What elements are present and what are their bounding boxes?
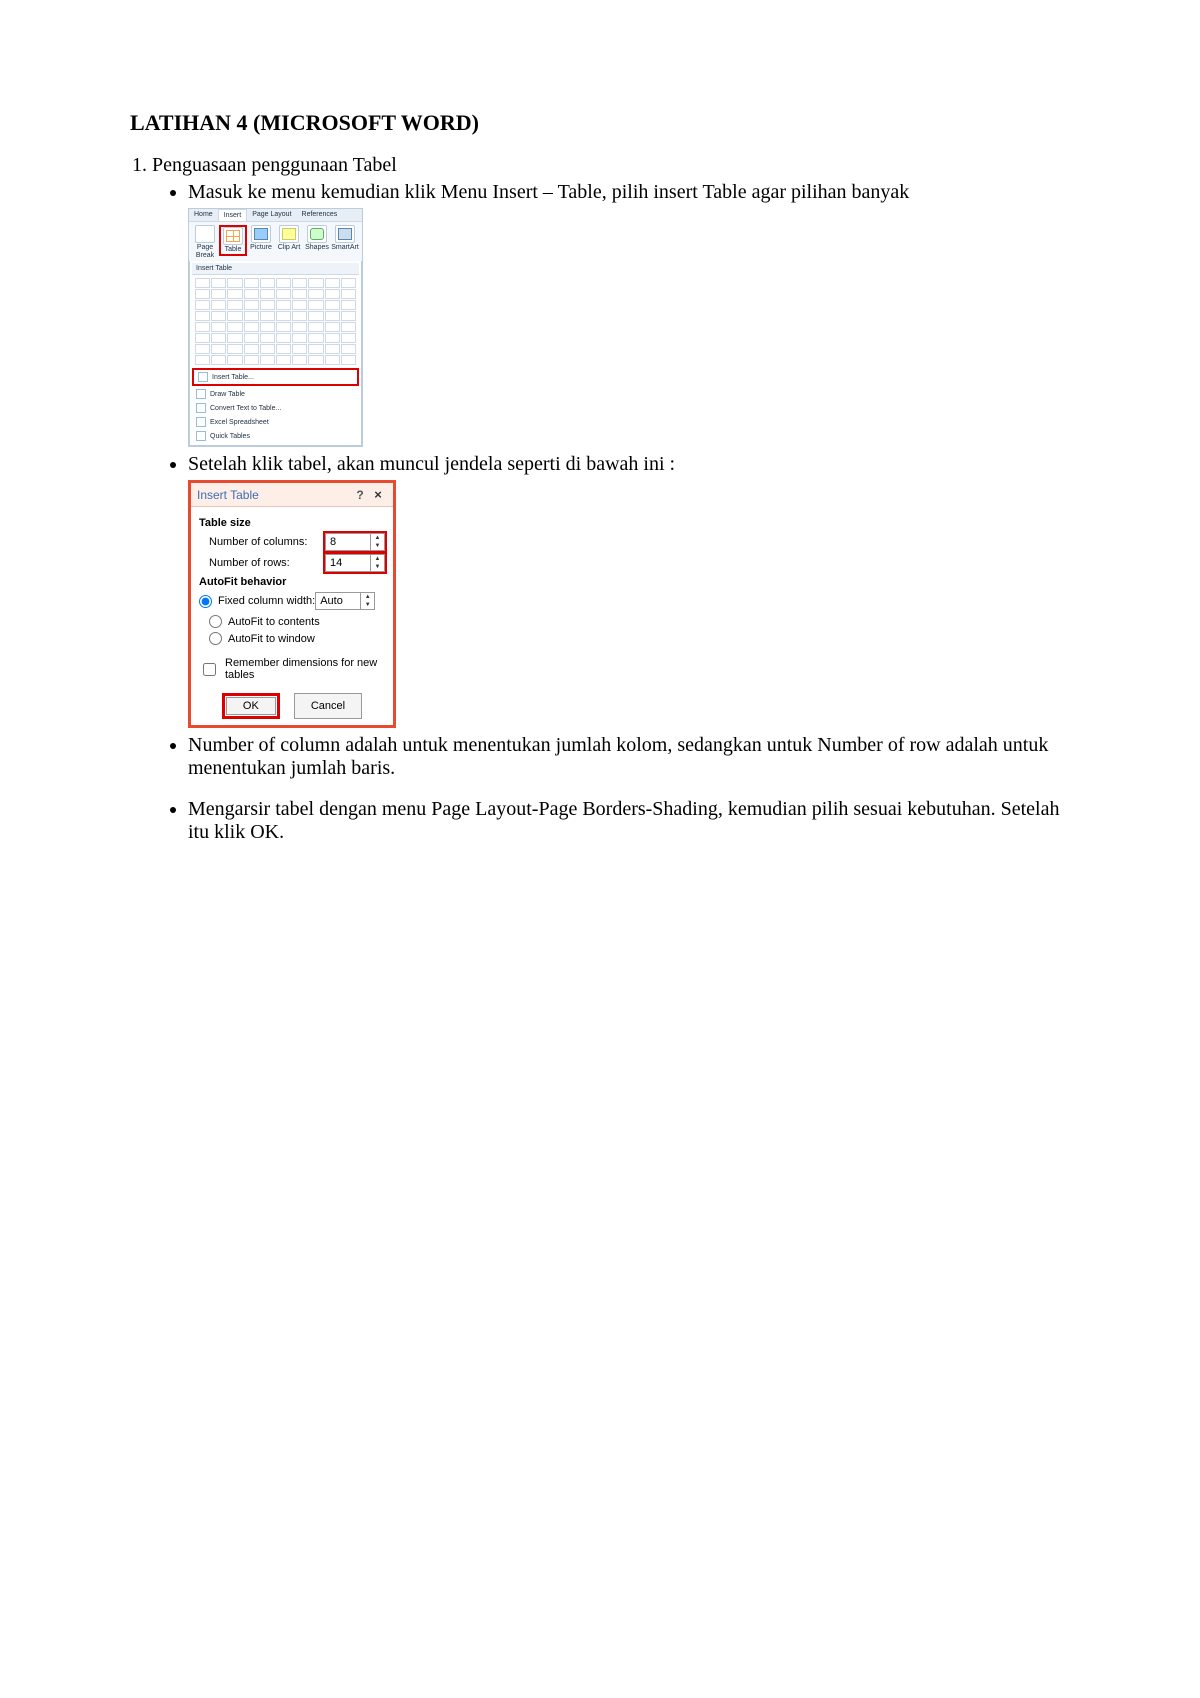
table-dropdown: Insert Table [189,261,362,446]
autofit-contents-label: AutoFit to contents [228,616,320,628]
tab-references: References [297,209,343,221]
ordered-item-1: Penguasaan penggunaan Tabel Masuk ke men… [152,154,1070,844]
fixed-width-label: Fixed column width: [218,595,315,607]
up-arrow-icon[interactable]: ▲ [361,593,374,601]
convert-icon [196,403,206,413]
down-arrow-icon[interactable]: ▼ [361,601,374,609]
picture-icon [251,225,271,243]
remember-checkbox[interactable] [203,663,216,676]
dd-convert-text: Convert Text to Table... [192,401,359,415]
rows-input[interactable] [326,556,370,570]
autofit-window-label: AutoFit to window [228,633,315,645]
dropdown-title: Insert Table [192,263,359,275]
autofit-header: AutoFit behavior [199,576,385,588]
ordered-item-1-text: Penguasaan penggunaan Tabel [152,154,397,176]
shapes-button: Shapes [303,225,331,252]
down-arrow-icon[interactable]: ▼ [371,542,384,550]
cols-label: Number of columns: [199,536,325,548]
help-icon[interactable]: ? [351,488,369,502]
table-size-grid [192,275,359,367]
remember-label: Remember dimensions for new tables [225,657,385,681]
smartart-icon [335,225,355,243]
table-icon [223,227,243,245]
bullet-4: Mengarsir tabel dengan menu Page Layout-… [188,798,1070,844]
clip-art-icon [279,225,299,243]
bullet-3: Number of column adalah untuk menentukan… [188,734,1070,780]
shapes-icon [307,225,327,243]
tab-home: Home [189,209,218,221]
dd-draw-table: Draw Table [192,387,359,401]
autofit-contents-radio[interactable] [209,615,222,628]
table-small-icon [198,372,208,382]
close-icon[interactable]: × [369,487,387,502]
fixed-width-spinner[interactable]: ▲▼ [315,592,375,610]
dd-quick-tables: Quick Tables [192,429,359,443]
dd-excel: Excel Spreadsheet [192,415,359,429]
picture-button: Picture [247,225,275,252]
smartart-button: SmartArt [331,225,359,252]
up-arrow-icon[interactable]: ▲ [371,555,384,563]
rows-spinner[interactable]: ▲▼ [325,554,385,572]
bullet-1: Masuk ke menu kemudian klik Menu Insert … [188,181,1070,447]
ok-button[interactable]: OK [226,697,276,715]
excel-icon [196,417,206,427]
dd-insert-table: Insert Table... [192,368,359,386]
pencil-icon [196,389,206,399]
autofit-window-radio[interactable] [209,632,222,645]
clip-art-button: Clip Art [275,225,303,252]
cols-input[interactable] [326,535,370,549]
dialog-title: Insert Table [197,488,259,502]
fixed-width-input[interactable] [316,594,360,608]
cols-spinner[interactable]: ▲▼ [325,533,385,551]
up-arrow-icon[interactable]: ▲ [371,534,384,542]
table-button: Table [219,225,247,256]
doc-title: LATIHAN 4 (MICROSOFT WORD) [130,110,1070,136]
bullet-2: Setelah klik tabel, akan muncul jendela … [188,453,1070,728]
fixed-width-radio[interactable] [199,595,212,608]
rows-label: Number of rows: [199,557,325,569]
page-break-button: Page Break [191,225,219,259]
table-size-header: Table size [199,517,385,529]
quick-tables-icon [196,431,206,441]
down-arrow-icon[interactable]: ▼ [371,563,384,571]
insert-table-dialog: Insert Table ? × Table size Number of co… [188,480,396,728]
tab-insert: Insert [218,209,248,221]
cancel-button[interactable]: Cancel [294,693,362,719]
ribbon-screenshot: Home Insert Page Layout References Page … [188,208,363,447]
tab-page-layout: Page Layout [247,209,296,221]
